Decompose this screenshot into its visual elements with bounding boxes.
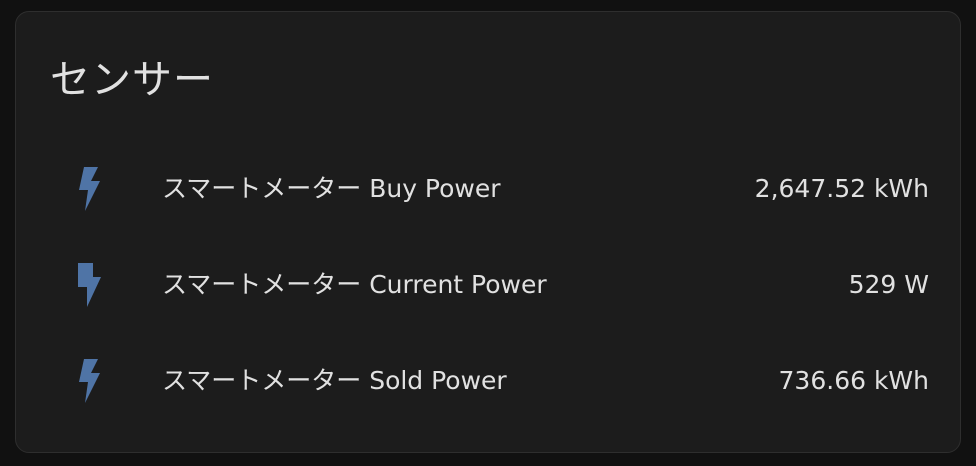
entity-name: スマートメーター Sold Power: [162, 366, 507, 395]
flash-icon: [73, 167, 103, 211]
entity-row-current-power[interactable]: スマートメーター Current Power 529 W: [16, 237, 960, 333]
entity-row-sold-power[interactable]: スマートメーター Sold Power 736.66 kWh: [16, 333, 960, 429]
entity-name: スマートメーター Buy Power: [162, 174, 501, 203]
entity-state: 2,647.52 kWh: [754, 174, 929, 203]
sensor-card: センサー スマートメーター Buy Power 2,647.52 kWh スマー…: [15, 11, 961, 453]
entity-list: スマートメーター Buy Power 2,647.52 kWh スマートメーター…: [16, 141, 960, 429]
entity-name: スマートメーター Current Power: [162, 270, 547, 299]
entity-row-buy-power[interactable]: スマートメーター Buy Power 2,647.52 kWh: [16, 141, 960, 237]
card-title: センサー: [50, 57, 214, 103]
entity-state: 736.66 kWh: [778, 366, 929, 395]
flash-solid-icon: [73, 263, 103, 307]
flash-icon: [73, 359, 103, 403]
entity-state: 529 W: [848, 270, 929, 299]
